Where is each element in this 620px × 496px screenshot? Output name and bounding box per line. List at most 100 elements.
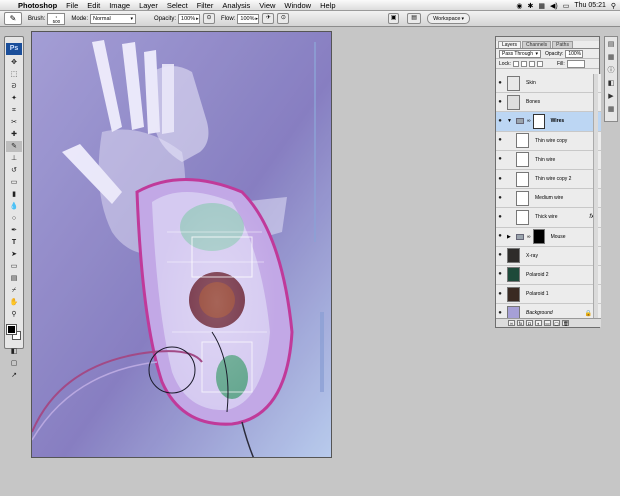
menu-filter[interactable]: Filter [197,1,214,10]
disclosure-closed-icon[interactable]: ▶ [507,234,513,240]
blur-icon[interactable]: 💧 [6,201,22,212]
tablet-opacity-icon[interactable]: ⊙ [203,13,216,24]
disclosure-open-icon[interactable]: ▼ [507,118,513,124]
flow-field[interactable]: 100% ▸ [237,13,260,24]
bridge-icon[interactable]: ▤ [407,13,422,24]
menu-analysis[interactable]: Analysis [222,1,250,10]
color-panel-icon[interactable]: ▦ [606,53,616,63]
opacity-field[interactable]: 100% ▸ [178,13,201,24]
layer-row[interactable]: ● Thin wire copy 2 [496,169,601,190]
healing-icon[interactable]: ✚ [6,129,22,140]
notes-icon[interactable]: ▤ [6,273,22,284]
palette-well-icon[interactable]: ▣ [388,13,400,24]
magic-wand-icon[interactable]: ✦ [6,93,22,104]
layer-row[interactable]: ● Thin wire copy [496,131,601,151]
menu-select[interactable]: Select [167,1,188,10]
flag-icon[interactable]: ▦ [538,2,545,10]
add-mask-icon[interactable]: ◘ [526,320,533,326]
battery-icon[interactable]: ▭ [563,2,570,10]
path-select-icon[interactable]: ➤ [6,249,22,260]
layer-row[interactable]: ● X-ray [496,246,601,266]
move-icon[interactable]: ✥ [6,57,22,68]
add-style-icon[interactable]: fx [517,320,524,326]
gradient-icon[interactable]: ▮ [6,189,22,200]
swatches-panel-icon[interactable]: ▦ [606,105,616,115]
eye-icon[interactable]: ● [496,131,504,150]
lock-image-icon[interactable] [520,60,527,67]
info-panel-icon[interactable]: ⓘ [606,66,616,76]
dodge-icon[interactable]: ○ [6,213,22,224]
pen-icon[interactable]: ✒ [6,225,22,236]
menu-window[interactable]: Window [284,1,311,10]
eye-icon[interactable]: ● [496,227,504,246]
layers-scrollbar[interactable] [593,74,598,320]
eye-icon[interactable]: ● [496,74,504,93]
lasso-icon[interactable]: ᘐ [6,81,22,92]
tab-channels[interactable]: Channels [522,41,552,48]
spotlight-icon[interactable]: ⚲ [611,2,616,10]
app-menu[interactable]: Photoshop [18,1,57,10]
menu-edit[interactable]: Edit [87,1,100,10]
trash-icon[interactable]: 🗑 [562,320,569,326]
menu-help[interactable]: Help [320,1,335,10]
layer-row[interactable]: ● Polaroid 1 [496,285,601,305]
document-canvas[interactable] [31,31,332,458]
layer-opacity-field[interactable]: 100% [565,49,584,58]
lock-position-icon[interactable] [528,60,535,67]
brushes-panel-icon[interactable]: ▤ [606,40,616,50]
layer-group-row[interactable]: ● ▼ ∞ Wires [496,112,601,132]
menu-file[interactable]: File [66,1,78,10]
layer-row[interactable]: ● Thin wire [496,150,601,170]
eraser-icon[interactable]: ▭ [6,177,22,188]
new-group-icon[interactable]: ▭ [544,320,551,326]
eye-icon[interactable]: ● [496,170,504,189]
layer-row[interactable]: ● Polaroid 2 [496,265,601,286]
blend-mode-select[interactable]: Pass Through ▾ [499,49,541,58]
marquee-icon[interactable]: ⬚ [6,69,22,80]
volume-icon[interactable]: ◀) [550,2,558,10]
lock-transparent-icon[interactable] [512,60,519,67]
foreground-color-swatch[interactable] [6,324,17,335]
color-swatches[interactable] [6,324,22,342]
sync-icon[interactable]: ◉ [516,2,522,10]
actions-panel-icon[interactable]: ▶ [606,92,616,102]
eye-icon[interactable]: ● [496,189,504,208]
layer-row[interactable]: ● Bones [496,93,601,113]
menu-image[interactable]: Image [109,1,130,10]
tablet-flow-icon[interactable]: ⊙ [277,13,290,24]
eye-icon[interactable]: ● [496,150,504,169]
bluetooth-icon[interactable]: ✱ [527,2,533,10]
eye-icon[interactable]: ● [496,265,504,284]
type-icon[interactable]: T [6,237,22,248]
link-layers-icon[interactable]: ∞ [508,320,515,326]
shape-icon[interactable]: ▭ [6,261,22,272]
eye-icon[interactable]: ● [496,93,504,112]
tab-paths[interactable]: Paths [552,41,573,48]
history-panel-icon[interactable]: ◧ [606,79,616,89]
stamp-icon[interactable]: ⊥ [6,153,22,164]
brush-picker[interactable]: • 500 [47,12,66,25]
hand-icon[interactable]: ✋ [6,297,22,308]
lock-all-icon[interactable] [536,60,543,67]
history-brush-icon[interactable]: ↺ [6,165,22,176]
zoom-icon[interactable]: ⚲ [6,309,22,320]
eyedropper-icon[interactable]: ⌿ [6,285,22,296]
screen-mode-icon[interactable]: ▢ [6,358,22,369]
quick-mask-icon[interactable]: ◧ [6,346,22,357]
layer-group-row[interactable]: ● ▶ ∞ Mouse [496,227,601,247]
fill-field[interactable] [566,59,585,68]
airbrush-icon[interactable]: ✈ [262,13,275,24]
workspace-button[interactable]: Workspace ▾ [427,13,470,24]
eye-icon[interactable]: ● [496,208,504,227]
menu-clock[interactable]: Thu 05:21 [574,2,606,9]
adjustment-layer-icon[interactable]: ◐ [535,320,542,326]
eye-icon[interactable]: ● [496,285,504,304]
brush-icon[interactable]: ✎ [6,141,22,152]
layer-row[interactable]: ● Medium wire [496,189,601,209]
jump-to-imageready-icon[interactable]: ↗ [6,370,22,381]
layer-row[interactable]: ● Skin [496,74,601,94]
tab-layers[interactable]: Layers [498,41,522,48]
eye-icon[interactable]: ● [496,112,504,131]
menu-layer[interactable]: Layer [139,1,158,10]
mode-select[interactable]: Normal ▾ [90,13,137,24]
